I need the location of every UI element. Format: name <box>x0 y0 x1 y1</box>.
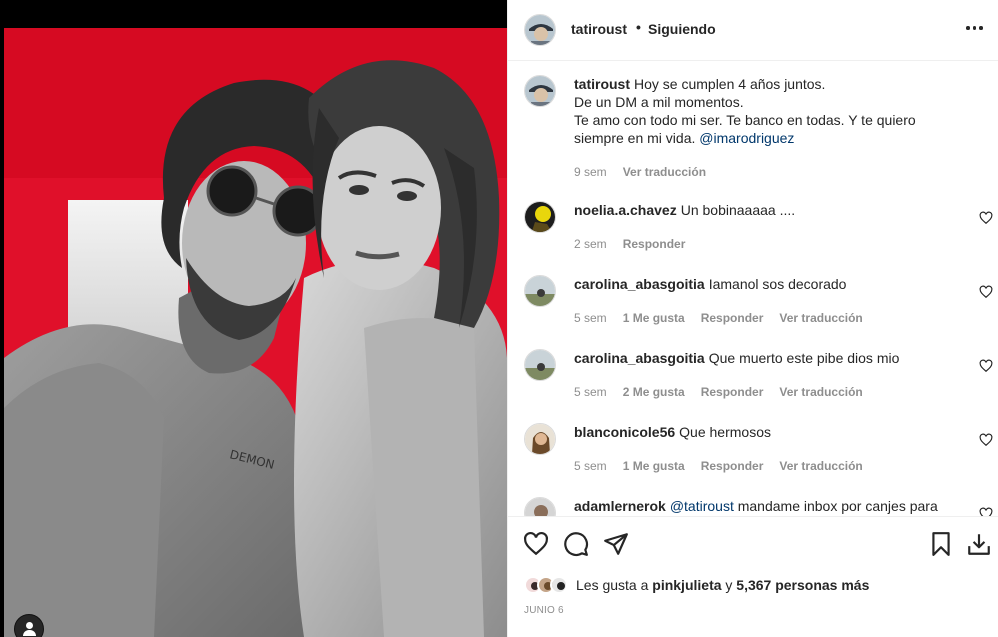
reply-button[interactable]: Responder <box>701 459 764 473</box>
comment-text: adamlernerok @tatiroust mandame inbox por… <box>574 497 954 515</box>
author-avatar[interactable] <box>524 14 556 46</box>
comment-meta: 5 sem 1 Me gusta Responder Ver traducció… <box>574 459 863 473</box>
reply-button[interactable]: Responder <box>701 385 764 399</box>
commenter-avatar[interactable] <box>524 349 556 381</box>
comment-username[interactable]: noelia.a.chavez <box>574 202 677 218</box>
caption-line-1: Hoy se cumplen 4 años juntos. <box>634 76 826 92</box>
caption-age: 9 sem <box>574 165 607 179</box>
comment-meta: 5 sem 2 Me gusta Responder Ver traducció… <box>574 385 863 399</box>
comment-body: Que muerto este pibe dios mio <box>708 350 900 366</box>
post-header: tatiroust • Siguiendo <box>508 0 998 61</box>
comment-likes-count[interactable]: 1 Me gusta <box>623 459 685 473</box>
comment-text: blanconicole56 Que hermosos <box>574 423 954 441</box>
caption-translate-button[interactable]: Ver traducción <box>623 165 706 179</box>
comment-like-heart-icon[interactable] <box>979 359 993 373</box>
user-tag-icon[interactable] <box>14 614 44 637</box>
others-likes-link[interactable]: 5,367 personas más <box>736 577 869 593</box>
comment-age: 5 sem <box>574 311 607 325</box>
caption-line-2: De un DM a mil momentos. <box>574 94 744 110</box>
comment-age: 5 sem <box>574 385 607 399</box>
heart-icon[interactable] <box>523 531 549 557</box>
comment-body: Un bobinaaaaa .... <box>680 202 796 218</box>
commenter-avatar[interactable] <box>524 497 556 516</box>
comment-mention[interactable]: @tatiroust <box>670 498 734 514</box>
author-username[interactable]: tatiroust <box>571 21 627 37</box>
likes-joiner: y <box>725 577 733 593</box>
reply-button[interactable]: Responder <box>701 311 764 325</box>
comment-username[interactable]: blanconicole56 <box>574 424 675 440</box>
commenter-avatar[interactable] <box>524 423 556 455</box>
comment-likes-count[interactable]: 2 Me gusta <box>623 385 685 399</box>
likes-prefix: Les gusta a <box>576 577 649 593</box>
comment-meta: 2 sem Responder <box>574 237 685 251</box>
post-media[interactable]: DEMON <box>0 0 507 637</box>
comment-age: 5 sem <box>574 459 607 473</box>
bookmark-icon[interactable] <box>928 531 954 557</box>
caption-username[interactable]: tatiroust <box>574 76 630 92</box>
comment-meta: 5 sem 1 Me gusta Responder Ver traducció… <box>574 311 863 325</box>
comment-text: carolina_abasgoitia Que muerto este pibe … <box>574 349 954 367</box>
translate-button[interactable]: Ver traducción <box>779 385 862 399</box>
comment-like-heart-icon[interactable] <box>979 507 993 516</box>
comment-likes-count[interactable]: 1 Me gusta <box>623 311 685 325</box>
comments-list[interactable]: tatiroust Hoy se cumplen 4 años juntos. D… <box>508 61 998 516</box>
caption-meta: 9 sem Ver traducción <box>574 165 706 179</box>
likes-text: Les gusta a pinkjulieta y 5,367 personas… <box>576 577 869 593</box>
post-photo[interactable]: DEMON <box>4 28 507 637</box>
comment-age: 2 sem <box>574 237 607 251</box>
comment-like-heart-icon[interactable] <box>979 211 993 225</box>
following-button[interactable]: Siguiendo <box>648 21 716 37</box>
translate-button[interactable]: Ver traducción <box>779 459 862 473</box>
post-panel: tatiroust • Siguiendo tatiroust Hoy se cu… <box>507 0 998 637</box>
first-liker-link[interactable]: pinkjulieta <box>652 577 721 593</box>
comment-body: Que hermosos <box>679 424 771 440</box>
post-date[interactable]: JUNIO 6 <box>524 605 564 616</box>
comment-body: Iamanol sos decorado <box>708 276 847 292</box>
comment-text: carolina_abasgoitia Iamanol sos decorado <box>574 275 954 293</box>
comment-icon[interactable] <box>563 531 589 557</box>
download-icon[interactable] <box>966 531 992 557</box>
separator-dot: • <box>636 19 641 35</box>
comment-username[interactable]: carolina_abasgoitia <box>574 276 705 292</box>
comment-text: noelia.a.chavez Un bobinaaaaa .... <box>574 201 954 219</box>
action-bar: Les gusta a pinkjulieta y 5,367 personas… <box>508 516 998 637</box>
share-icon[interactable] <box>603 531 629 557</box>
likes-summary: Les gusta a pinkjulieta y 5,367 personas… <box>524 574 869 596</box>
caption-text: tatiroust Hoy se cumplen 4 años juntos. D… <box>574 75 954 147</box>
commenter-avatar[interactable] <box>524 201 556 233</box>
comment-body: mandame inbox por canjes para <box>737 498 938 514</box>
commenter-avatar[interactable] <box>524 275 556 307</box>
reply-button[interactable]: Responder <box>623 237 686 251</box>
media-top-bar <box>0 0 507 28</box>
comment-username[interactable]: carolina_abasgoitia <box>574 350 705 366</box>
more-options-icon[interactable] <box>966 20 990 36</box>
translate-button[interactable]: Ver traducción <box>779 311 862 325</box>
liker-avatar[interactable] <box>550 576 568 594</box>
author-avatar[interactable] <box>524 75 556 107</box>
caption-mention[interactable]: @imarodriguez <box>699 130 794 146</box>
comment-username[interactable]: adamlernerok <box>574 498 666 514</box>
comment-like-heart-icon[interactable] <box>979 285 993 299</box>
comment-like-heart-icon[interactable] <box>979 433 993 447</box>
